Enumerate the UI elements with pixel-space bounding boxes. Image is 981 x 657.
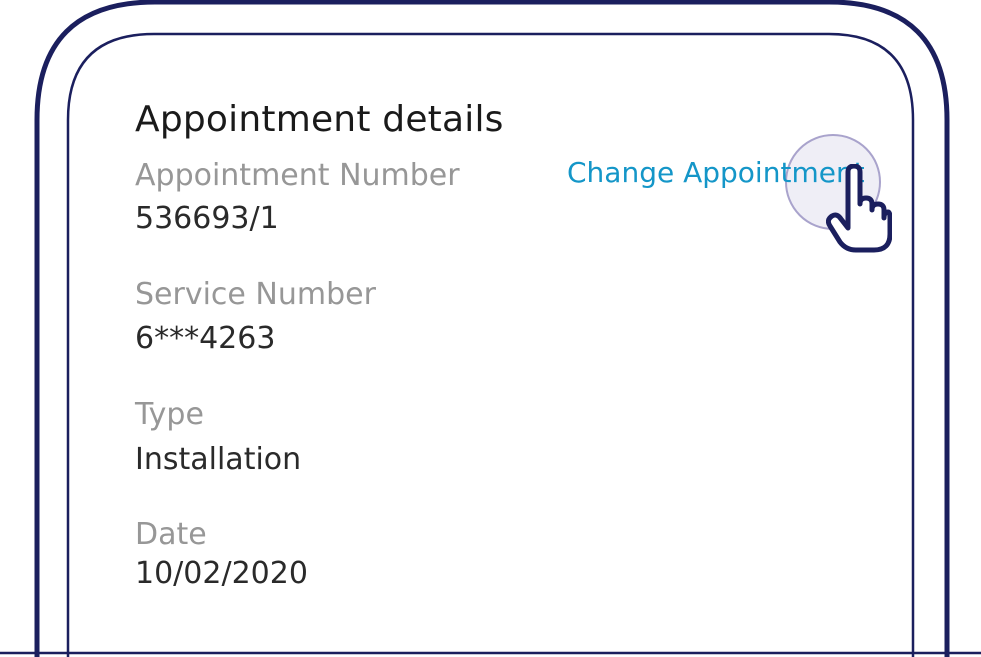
type-label: Type <box>135 397 204 432</box>
type-value: Installation <box>135 442 302 477</box>
date-label: Date <box>135 517 207 552</box>
appointment-screen: Appointment details Appointment Number 5… <box>0 0 981 657</box>
service-number-value: 6***4263 <box>135 321 276 356</box>
change-appointment-link[interactable]: Change Appointment <box>567 156 865 189</box>
hand-pointer-icon <box>826 164 892 253</box>
page-title: Appointment details <box>135 99 504 140</box>
appointment-number-label: Appointment Number <box>135 158 460 193</box>
date-value: 10/02/2020 <box>135 556 308 591</box>
appointment-number-value: 536693/1 <box>135 201 279 236</box>
service-number-label: Service Number <box>135 277 376 312</box>
